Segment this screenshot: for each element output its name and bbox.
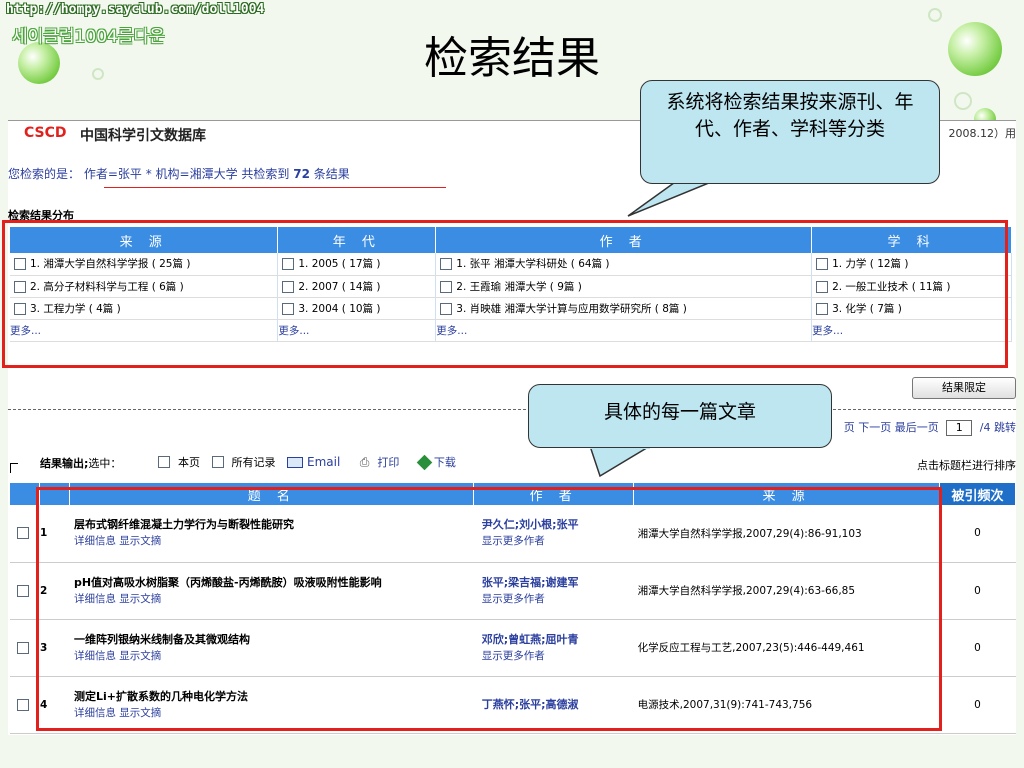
- highlight-box-results: [36, 487, 942, 731]
- email-icon: [287, 456, 303, 468]
- page-total[interactable]: /4 跳转: [980, 421, 1016, 434]
- cited-count: 0: [939, 619, 1016, 677]
- query-summary: 您检索的是： 作者=张平 * 机构=湘潭大学 共检索到 72 条结果: [8, 165, 350, 182]
- print-button[interactable]: ⎙ 打印: [359, 454, 408, 470]
- bracket-mark: [10, 463, 18, 473]
- slide-title: 检索结果: [424, 33, 600, 84]
- printer-icon: ⎙: [359, 454, 370, 469]
- decorative-ring: [954, 92, 972, 110]
- callout-articles: 具体的每一篇文章: [528, 384, 832, 448]
- result-limit-button[interactable]: 结果限定: [912, 377, 1016, 399]
- callout-classification: 系统将检索结果按来源刊、年代、作者、学科等分类: [640, 80, 940, 184]
- page-number-input[interactable]: 1: [946, 420, 973, 436]
- cited-count: 0: [939, 562, 1016, 620]
- header-cited[interactable]: 被引频次: [939, 483, 1016, 505]
- checkbox-all-records[interactable]: [211, 456, 224, 468]
- download-icon: [416, 454, 433, 470]
- callout-tail-top: [627, 180, 717, 217]
- cscd-logo: CSCD: [24, 125, 67, 141]
- cited-count: 0: [939, 505, 1016, 563]
- decorative-bubble: [948, 22, 1002, 76]
- row-checkbox[interactable]: [16, 527, 29, 540]
- output-options: 本页 所有记录 Email ⎙ 打印 下载: [158, 454, 472, 470]
- row-checkbox[interactable]: [16, 641, 29, 654]
- checkbox-this-page[interactable]: [158, 456, 170, 468]
- this-page-label: 本页: [178, 456, 200, 469]
- query-suffix: 条结果: [313, 167, 350, 181]
- callout-tail-middle: [589, 446, 652, 478]
- prev-page-fragment[interactable]: 页: [844, 421, 855, 434]
- query-count: 72: [293, 167, 310, 181]
- database-name: 中国科学引文数据库: [80, 128, 206, 144]
- pagination: 页 下一页 最后一页 1 /4 跳转: [844, 419, 1016, 436]
- decorative-bubble: [18, 42, 60, 84]
- watermark-korean: 세이클럽1004를다운: [12, 27, 165, 47]
- date-fragment: 2008.12）用: [948, 127, 1017, 140]
- next-page-link[interactable]: 下一页: [858, 421, 891, 434]
- sort-hint: 点击标题栏进行排序: [917, 459, 1016, 472]
- row-checkbox[interactable]: [16, 698, 29, 711]
- email-button[interactable]: Email: [287, 455, 348, 469]
- query-underline: [104, 187, 446, 188]
- row-checkbox[interactable]: [16, 584, 29, 597]
- divider: [8, 409, 1016, 410]
- last-page-link[interactable]: 最后一页: [895, 421, 939, 434]
- query-prefix: 您检索的是：: [8, 167, 81, 181]
- all-records-label: 所有记录: [231, 456, 276, 469]
- download-button[interactable]: 下载: [416, 454, 464, 470]
- decorative-ring: [928, 8, 942, 22]
- output-label: 结果输出;选中：: [40, 457, 122, 470]
- query-condition: 作者=张平 * 机构=湘潭大学 共检索到: [83, 167, 290, 181]
- decorative-ring: [92, 68, 104, 80]
- cited-count: 0: [939, 676, 1016, 734]
- highlight-box-distribution: [2, 220, 1008, 368]
- watermark-url: http://hompy.sayclub.com/doll1004: [6, 2, 265, 17]
